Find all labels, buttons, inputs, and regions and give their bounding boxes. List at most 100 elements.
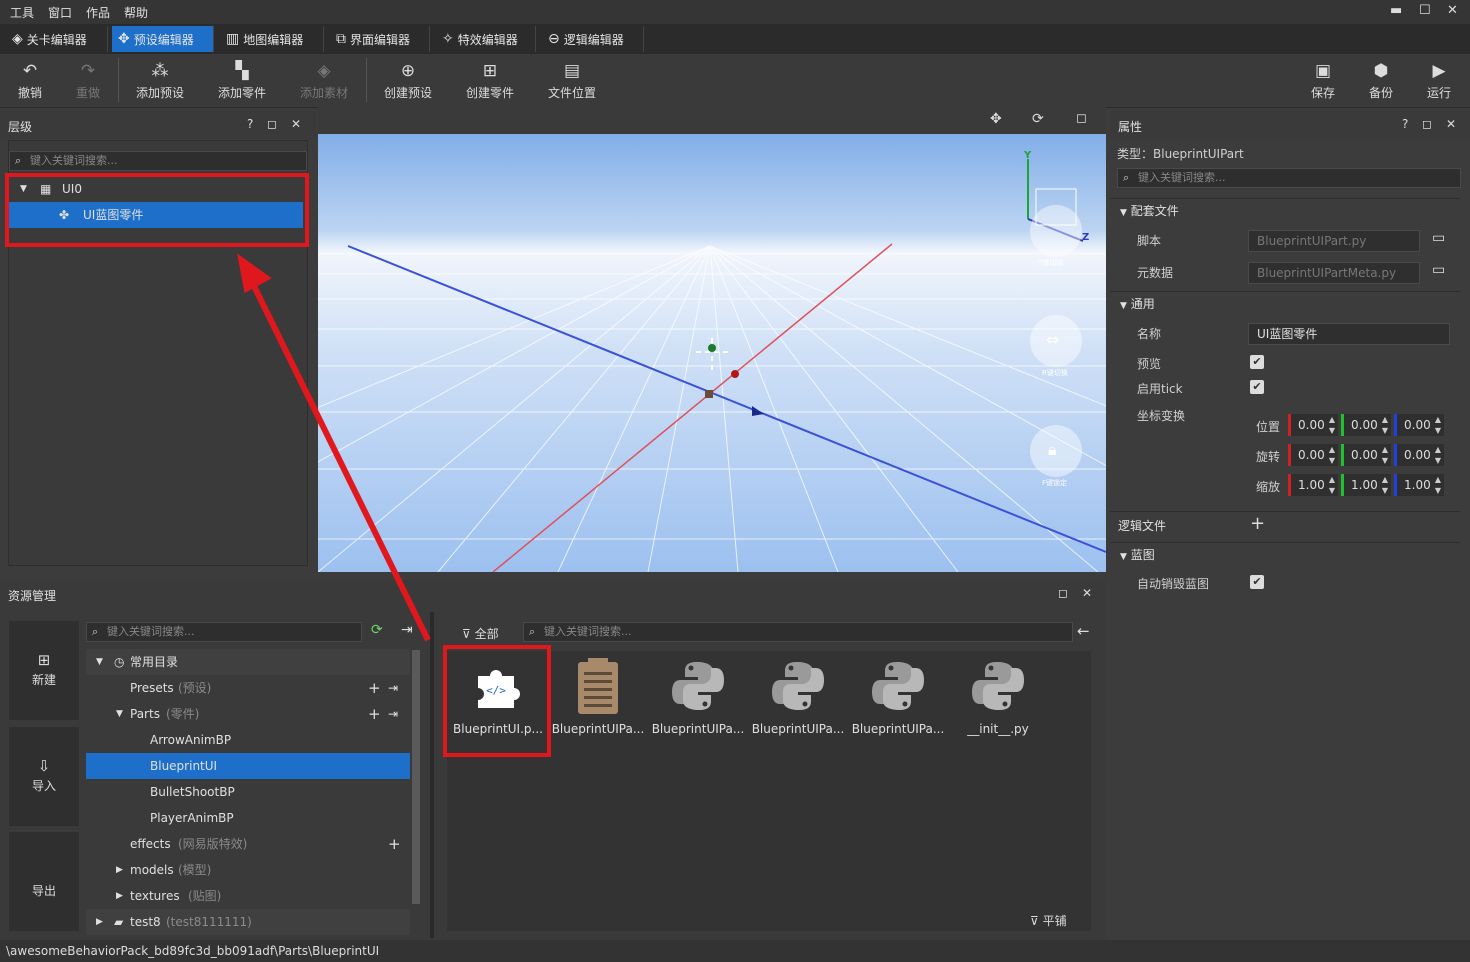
folder-icon[interactable]: ▭ [1432,230,1445,246]
menu-works[interactable]: 作品 [86,4,110,21]
position-y[interactable]: 0.00 ▲ ▼ [1341,414,1391,436]
position-z[interactable]: 0.00 ▲ ▼ [1394,414,1444,436]
auto-destroy-checkbox[interactable]: ✔ [1250,575,1264,589]
menu-window[interactable]: 窗口 [48,4,72,21]
assets-tree-search-input[interactable]: ⌕ 键入关键词搜索... [86,622,362,642]
tree-test8[interactable]: ▶ ▰ test8 (test8111111) [86,909,410,935]
tab-level-editor[interactable]: ◈ 关卡编辑器 [6,26,108,52]
run-button[interactable]: ▶ 运行 [1409,58,1469,101]
locate-icon[interactable]: ⇥ [388,701,398,727]
locate-icon[interactable]: ⇥ [388,675,398,701]
close-icon[interactable]: ✕ [1082,586,1092,600]
assets-file-search-input[interactable]: ⌕ 键入关键词搜索... [523,622,1073,642]
save-button[interactable]: ▣ 保存 [1293,58,1353,101]
spinner-icon[interactable]: ▲ ▼ [1382,444,1388,466]
minimize-icon[interactable]: ▬ [1390,3,1402,18]
spinner-icon[interactable]: ▲ ▼ [1329,414,1335,436]
close-icon[interactable]: ✕ [291,117,301,131]
import-button[interactable]: ⇩ 导入 [9,727,79,826]
fullscreen-icon[interactable]: ◻ [1076,111,1087,126]
redo-button[interactable]: ↷ 重做 [58,58,118,101]
tree-blueprint-ui[interactable]: BlueprintUI [86,753,410,779]
properties-search-input[interactable]: ⌕ 键入关键词搜索... [1117,168,1461,188]
tab-logic-editor[interactable]: ⊖ 逻辑编辑器 [542,26,644,52]
lock-icon[interactable]: 🔒︎ [1048,440,1057,460]
tab-ui-editor[interactable]: ⧉ 界面编辑器 [330,26,430,52]
spinner-icon[interactable]: ▲ ▼ [1435,444,1441,466]
close-icon[interactable]: ✕ [1447,3,1458,18]
file-location-button[interactable]: ▤ 文件位置 [542,58,602,101]
tree-parts[interactable]: ▼ Parts (零件) + ⇥ [86,701,410,727]
tree-bullet-shoot-bp[interactable]: BulletShootBP [86,779,410,805]
splitter-handle[interactable] [430,612,434,938]
export-button[interactable]: 导出 [9,832,79,931]
rotate-icon[interactable]: ⟳ [1032,111,1044,127]
tree-scrollbar[interactable] [412,650,420,904]
help-icon[interactable]: ? [1402,117,1408,131]
meta-field[interactable]: BlueprintUIPartMeta.py [1248,262,1420,284]
help-icon[interactable]: ? [247,117,253,131]
scale-x[interactable]: 1.00 ▲ ▼ [1288,474,1338,496]
back-arrow-icon[interactable]: ← [1077,622,1090,640]
file-item[interactable]: BlueprintUIPa... [648,650,748,736]
file-item[interactable]: BlueprintUIPa... [748,650,848,736]
name-field[interactable]: UI蓝图零件 [1248,323,1450,345]
tree-player-anim-bp[interactable]: PlayerAnimBP [86,805,410,831]
hierarchy-search-input[interactable]: ⌕ 键入关键词搜索... [9,151,307,171]
refresh-icon[interactable]: ⟳ [371,622,383,638]
create-part-button[interactable]: ⊞ 创建零件 [460,58,520,101]
maximize-icon[interactable]: ☐ [1419,3,1431,18]
spinner-icon[interactable]: ▲ ▼ [1329,474,1335,496]
filter-all-button[interactable]: ⊽ 全部 [462,625,499,642]
create-preset-button[interactable]: ⊕ 创建预设 [378,58,438,101]
rotation-y[interactable]: 0.00 ▲ ▼ [1341,444,1391,466]
add-part-button[interactable]: ▚ 添加零件 [212,58,272,101]
backup-button[interactable]: ⬢ 备份 [1351,58,1411,101]
spinner-icon[interactable]: ▲ ▼ [1382,474,1388,496]
scale-z[interactable]: 1.00 ▲ ▼ [1394,474,1444,496]
spinner-icon[interactable]: ▲ ▼ [1382,414,1388,436]
scene-viewport[interactable]: Y Z T键切换 R键切换 F键锁定 ⇔ 🔒︎ [318,134,1106,572]
float-icon[interactable]: ◻ [1422,117,1432,131]
float-icon[interactable]: ◻ [267,117,277,131]
add-icon[interactable]: + [1250,513,1265,534]
new-button[interactable]: ⊞ 新建 [9,621,79,720]
section-general[interactable]: ▼ 通用 [1110,291,1460,315]
move-icon[interactable]: ✥ [990,111,1002,127]
float-icon[interactable]: ◻ [1058,586,1068,600]
close-icon[interactable]: ✕ [1446,117,1456,131]
position-x[interactable]: 0.00 ▲ ▼ [1288,414,1338,436]
file-item[interactable]: BlueprintUIPa... [548,650,648,736]
rotation-x[interactable]: 0.00 ▲ ▼ [1288,444,1338,466]
undo-button[interactable]: ↶ 撤销 [0,58,60,101]
rotation-z[interactable]: 0.00 ▲ ▼ [1394,444,1444,466]
preview-checkbox[interactable]: ✔ [1250,355,1264,369]
tree-effects[interactable]: effects (网易版特效) + [86,831,410,857]
spinner-icon[interactable]: ▲ ▼ [1329,444,1335,466]
file-item[interactable]: __init__.py [948,650,1048,736]
tab-preset-editor[interactable]: ✥ 预设编辑器 [112,26,214,52]
tab-map-editor[interactable]: ▥ 地图编辑器 [220,26,324,52]
spinner-icon[interactable]: ▲ ▼ [1435,474,1441,496]
tile-view-button[interactable]: ⊽ 平铺 [1030,912,1067,929]
add-icon[interactable]: + [388,831,401,857]
add-icon[interactable]: + [368,675,381,701]
view-toggle-icon[interactable]: ⇔ [1046,330,1059,349]
tree-common[interactable]: ▼ ◷ 常用目录 [86,649,410,675]
tree-textures[interactable]: ▶ textures (贴图) [86,883,410,909]
add-material-button[interactable]: ◈ 添加素材 [294,58,354,101]
add-icon[interactable]: + [368,701,381,727]
tick-checkbox[interactable]: ✔ [1250,380,1264,394]
section-blueprint[interactable]: ▼ 蓝图 [1110,542,1460,566]
section-config-files[interactable]: ▼ 配套文件 [1110,198,1460,222]
add-preset-button[interactable]: ⁂ 添加预设 [130,58,190,101]
tree-models[interactable]: ▶ models (模型) [86,857,410,883]
menu-tools[interactable]: 工具 [10,4,34,21]
file-item[interactable]: BlueprintUIPa... [848,650,948,736]
folder-icon[interactable]: ▭ [1432,262,1445,278]
locate-icon[interactable]: ⇥ [401,622,413,638]
tree-presets[interactable]: Presets (预设) + ⇥ [86,675,410,701]
menu-help[interactable]: 帮助 [124,4,148,21]
scale-y[interactable]: 1.00 ▲ ▼ [1341,474,1391,496]
spinner-icon[interactable]: ▲ ▼ [1435,414,1441,436]
